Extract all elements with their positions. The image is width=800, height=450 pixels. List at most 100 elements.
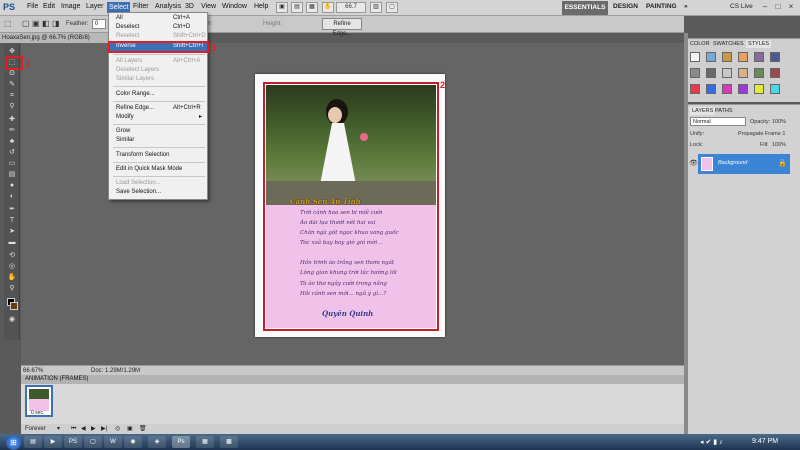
pen-tool-icon[interactable]: ✒: [7, 206, 17, 214]
style-swatch[interactable]: [754, 84, 764, 94]
menu-3d[interactable]: 3D: [185, 3, 194, 10]
frame-time[interactable]: 0 sec.: [31, 410, 44, 416]
loop-select[interactable]: Forever: [25, 424, 46, 434]
cs-live[interactable]: CS Live: [730, 3, 753, 10]
eraser-tool-icon[interactable]: ▭: [7, 160, 17, 168]
quick-mask-icon[interactable]: ◉: [7, 316, 17, 324]
delete-frame-icon[interactable]: 🗑: [139, 424, 147, 434]
menu-file[interactable]: File: [27, 3, 38, 10]
style-swatch[interactable]: [706, 68, 716, 78]
menu-item-save-selection[interactable]: Save Selection...: [109, 188, 207, 197]
path-select-tool-icon[interactable]: ➤: [7, 228, 17, 236]
visibility-eye-icon[interactable]: 👁: [689, 159, 698, 167]
style-swatch[interactable]: [754, 68, 764, 78]
loop-dropdown-icon[interactable]: ▾: [57, 424, 60, 434]
menu-edit[interactable]: Edit: [43, 3, 55, 10]
add-selection-icon[interactable]: ▣: [32, 19, 40, 28]
dodge-tool-icon[interactable]: ◐: [7, 193, 17, 201]
mini-bridge-button[interactable]: ▤: [291, 2, 303, 13]
style-swatch[interactable]: [738, 68, 748, 78]
previous-frame-icon[interactable]: ◀: [81, 424, 86, 434]
move-tool-icon[interactable]: ✥: [7, 48, 17, 56]
minimize-icon[interactable]: –: [760, 2, 770, 12]
menu-item-modify[interactable]: Modify ▸: [109, 113, 207, 122]
quick-select-tool-icon[interactable]: ✎: [7, 81, 17, 89]
bridge-button[interactable]: ▣: [276, 2, 288, 13]
style-swatch[interactable]: [770, 52, 780, 62]
menu-item-transform-selection[interactable]: Transform Selection: [109, 151, 207, 160]
style-swatch[interactable]: [706, 52, 716, 62]
tab-swatches[interactable]: SWATCHES: [713, 40, 744, 48]
tab-layers[interactable]: LAYERS: [690, 107, 716, 115]
maximize-icon[interactable]: □: [773, 2, 783, 12]
menu-window[interactable]: Window: [222, 3, 247, 10]
style-swatch[interactable]: [706, 84, 716, 94]
menu-item-quick-mask[interactable]: Edit in Quick Mask Mode: [109, 165, 207, 174]
zoom-level-select[interactable]: 66.7: [336, 2, 366, 13]
workspace-design[interactable]: DESIGN: [613, 3, 638, 10]
blur-tool-icon[interactable]: ●: [7, 182, 17, 190]
style-swatch[interactable]: [770, 84, 780, 94]
background-color-swatch[interactable]: [10, 302, 18, 310]
menu-item-deselect[interactable]: Deselect Ctrl+D: [109, 23, 207, 32]
workspace-more[interactable]: »: [684, 3, 688, 10]
propagate-frame-checkbox[interactable]: Propagate Frame 1: [738, 131, 785, 137]
tab-paths[interactable]: PATHS: [715, 107, 733, 115]
zoom-tool-icon[interactable]: ⚲: [7, 285, 17, 293]
taskbar-app-photoshop[interactable]: PS: [64, 436, 82, 448]
3d-rotate-tool-icon[interactable]: ⟲: [7, 252, 17, 260]
opacity-value[interactable]: 100%: [772, 119, 786, 125]
menu-item-similar[interactable]: Similar: [109, 136, 207, 145]
menu-filter[interactable]: Filter: [133, 3, 149, 10]
type-tool-icon[interactable]: T: [7, 217, 17, 225]
tween-icon[interactable]: ◎: [115, 424, 120, 434]
layer-background[interactable]: Background 🔒: [698, 154, 790, 174]
menu-item-grow[interactable]: Grow: [109, 127, 207, 136]
menu-image[interactable]: Image: [61, 3, 80, 10]
style-swatch[interactable]: [690, 68, 700, 78]
taskbar-app-photoshop-active[interactable]: Ps: [172, 436, 190, 448]
taskbar-clock[interactable]: 9:47 PM: [752, 438, 778, 445]
taskbar-app-app9[interactable]: ▩: [220, 436, 238, 448]
animation-panel-header[interactable]: ANIMATION (FRAMES): [21, 375, 684, 384]
arrange-docs-button[interactable]: ▥: [370, 2, 382, 13]
eyedropper-tool-icon[interactable]: ⚲: [7, 103, 17, 111]
history-brush-tool-icon[interactable]: ↺: [7, 149, 17, 157]
subtract-selection-icon[interactable]: ◧: [42, 19, 50, 28]
menu-analysis[interactable]: Analysis: [155, 3, 181, 10]
menu-item-all[interactable]: All Ctrl+A: [109, 14, 207, 23]
marquee-tool-preset-icon[interactable]: ⬚: [4, 19, 12, 28]
stamp-tool-icon[interactable]: ♣: [7, 138, 17, 146]
blend-mode-select[interactable]: Normal: [690, 117, 746, 126]
first-frame-icon[interactable]: ⏮: [71, 424, 76, 434]
play-icon[interactable]: ▶: [91, 424, 96, 434]
start-button[interactable]: ⊞: [6, 435, 21, 450]
extras-button[interactable]: ▦: [306, 2, 318, 13]
style-swatch[interactable]: [722, 68, 732, 78]
brush-tool-icon[interactable]: ✏: [7, 127, 17, 135]
style-swatch[interactable]: [690, 84, 700, 94]
style-swatch[interactable]: [722, 84, 732, 94]
style-swatch[interactable]: [738, 84, 748, 94]
hand-tool-button[interactable]: ✋: [322, 2, 334, 13]
taskbar-app-folder[interactable]: ▢: [84, 436, 102, 448]
tab-styles[interactable]: STYLES: [746, 40, 772, 48]
document-tab[interactable]: HoaxaSen.jpg @ 66.7% (RGB/8): [0, 33, 110, 43]
style-swatch[interactable]: [738, 52, 748, 62]
shape-tool-icon[interactable]: ▬: [7, 239, 17, 247]
taskbar-app-app8[interactable]: ▦: [196, 436, 214, 448]
feather-input[interactable]: 0: [92, 19, 106, 29]
screen-mode-button[interactable]: ▢: [386, 2, 398, 13]
tray-icons[interactable]: ◂ ✔ ▮ ♪: [700, 438, 723, 446]
layer-name[interactable]: Background: [718, 160, 747, 166]
close-icon[interactable]: ×: [786, 2, 796, 12]
3d-orbit-tool-icon[interactable]: ◎: [7, 263, 17, 271]
fill-value[interactable]: 100%: [772, 142, 786, 148]
new-selection-icon[interactable]: ▢: [22, 19, 30, 28]
workspace-essentials[interactable]: ESSENTIALS: [562, 1, 608, 15]
menu-item-refine-edge[interactable]: Refine Edge... Alt+Ctrl+R: [109, 104, 207, 113]
taskbar-app-word[interactable]: W: [104, 436, 122, 448]
menu-help[interactable]: Help: [254, 3, 268, 10]
refine-edge-button[interactable]: Refine Edge...: [322, 18, 362, 37]
tab-color[interactable]: COLOR: [690, 40, 710, 48]
